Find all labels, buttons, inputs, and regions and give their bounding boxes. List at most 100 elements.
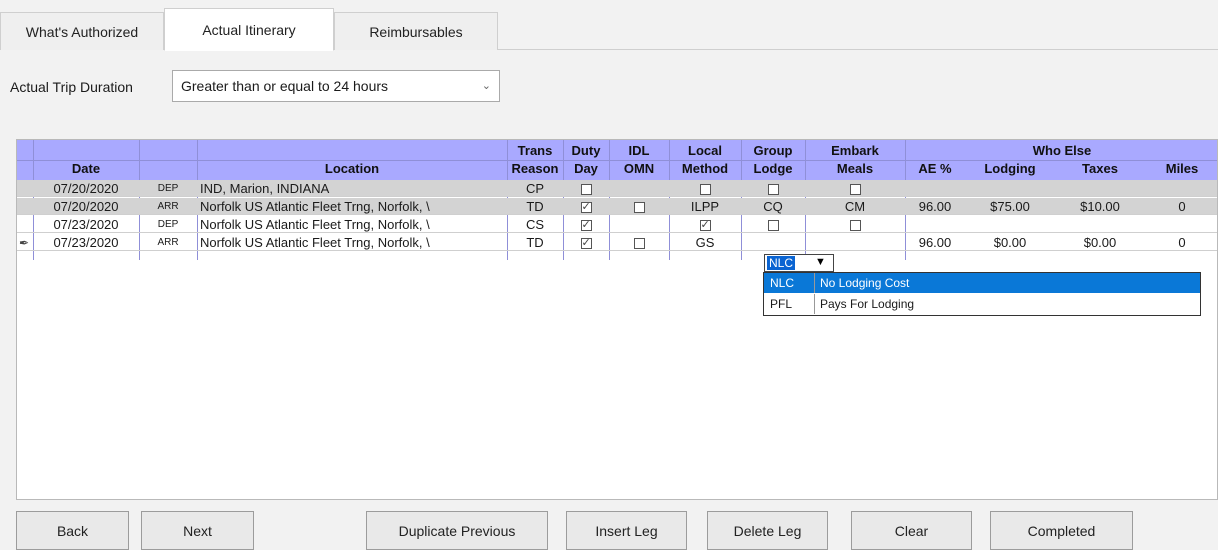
header-ae-percent: AE % (918, 161, 952, 176)
checkbox[interactable] (849, 184, 861, 196)
dropdown-option[interactable]: PFL Pays For Lodging (764, 294, 1200, 314)
next-button-label: Next (183, 522, 212, 539)
cell-trans-reason: TD (526, 199, 544, 214)
cell-group-lodge[interactable] (741, 180, 805, 197)
checkbox[interactable] (633, 202, 645, 214)
trip-duration-select[interactable]: Greater than or equal to 24 hours ⌄ (172, 70, 500, 102)
table-row[interactable]: 07/23/2020 DEP Norfolk US Atlantic Fleet… (17, 216, 1217, 233)
cell-location: Norfolk US Atlantic Fleet Trng, Norfolk,… (200, 217, 430, 232)
clear-button[interactable]: Clear (851, 511, 972, 550)
checkbox[interactable] (633, 238, 645, 250)
tab-label: Reimbursables (369, 23, 463, 40)
header-embark-top: Embark (831, 143, 879, 158)
insert-leg-button[interactable]: Insert Leg (566, 511, 687, 550)
delete-leg-label: Delete Leg (733, 522, 802, 539)
table-row[interactable]: 07/20/2020 ARR Norfolk US Atlantic Fleet… (17, 198, 1217, 215)
cell-duty-day[interactable] (563, 180, 609, 197)
option-code: NLC (770, 276, 795, 290)
dropdown-arrow-icon[interactable]: ▼ (815, 256, 826, 268)
checkbox[interactable] (580, 184, 592, 196)
header-duty-bottom: Day (574, 161, 598, 176)
cell-trans-reason: CP (525, 181, 545, 196)
cell-location: Norfolk US Atlantic Fleet Trng, Norfolk,… (200, 235, 430, 250)
header-idl-bottom: OMN (623, 161, 655, 176)
option-divider (814, 273, 815, 293)
cell-local-method[interactable] (669, 216, 741, 233)
cell-lodging: $75.00 (990, 199, 1030, 214)
trip-duration-label: Actual Trip Duration (10, 79, 133, 95)
cell-embark-meals[interactable] (805, 216, 905, 233)
checkbox[interactable] (849, 220, 861, 232)
header-trans-bottom: Reason (511, 161, 559, 176)
group-lodge-dropdown: NLC No Lodging Cost PFL Pays For Lodging (763, 272, 1201, 316)
tab-whats-authorized[interactable]: What's Authorized (0, 12, 164, 50)
cell-duty-day[interactable] (563, 234, 609, 251)
next-button[interactable]: Next (141, 511, 254, 550)
cell-type: ARR (157, 237, 179, 248)
cell-idl-omn[interactable] (609, 234, 669, 251)
table-row[interactable]: 07/20/2020 DEP IND, Marion, INDIANA CP (17, 180, 1217, 197)
clear-label: Clear (894, 522, 929, 539)
cell-date: 07/20/2020 (53, 199, 119, 214)
checkbox-checked[interactable] (699, 217, 711, 233)
header-lodging: Lodging (984, 161, 1036, 176)
duplicate-previous-button[interactable]: Duplicate Previous (366, 511, 548, 550)
cell-type: DEP (157, 183, 179, 194)
group-lodge-combo[interactable]: NLC ▼ (764, 254, 834, 272)
cell-taxes: $0.00 (1083, 235, 1117, 250)
checkbox[interactable] (699, 184, 711, 196)
table-row-active[interactable]: 07/23/2020 ARR Norfolk US Atlantic Fleet… (17, 234, 1217, 251)
checkbox[interactable] (767, 184, 779, 196)
dropdown-option[interactable]: NLC No Lodging Cost (764, 273, 1200, 293)
header-local-bottom: Method (681, 161, 729, 176)
checkbox-checked[interactable] (580, 199, 592, 215)
cell-duty-day[interactable] (563, 198, 609, 215)
cell-location: Norfolk US Atlantic Fleet Trng, Norfolk,… (200, 199, 430, 214)
tab-actual-itinerary[interactable]: Actual Itinerary (164, 8, 334, 51)
header-duty-top: Duty (571, 143, 601, 158)
cell-group-lodge[interactable] (741, 216, 805, 233)
tab-label: Actual Itinerary (202, 21, 296, 38)
cell-miles: 0 (1178, 199, 1186, 214)
cell-idl-omn[interactable] (609, 198, 669, 215)
checkbox[interactable] (767, 220, 779, 232)
cell-location: IND, Marion, INDIANA (200, 181, 330, 196)
option-divider (814, 294, 815, 314)
cell-type: ARR (157, 201, 179, 212)
chevron-down-icon: ⌄ (481, 80, 491, 92)
cell-date: 07/23/2020 (53, 217, 119, 232)
option-description: No Lodging Cost (820, 276, 910, 290)
back-button-label: Back (56, 522, 89, 539)
cell-date: 07/20/2020 (53, 181, 119, 196)
itinerary-grid: Date Location Trans Reason Duty Day IDL … (16, 139, 1218, 500)
cell-type: DEP (157, 219, 179, 230)
insert-leg-label: Insert Leg (595, 522, 658, 539)
cell-ae-percent: 96.00 (918, 235, 952, 250)
cell-date: 07/23/2020 (53, 235, 119, 250)
cell-local-method[interactable] (669, 180, 741, 197)
header-date: Date (71, 161, 101, 176)
tab-label: What's Authorized (25, 23, 139, 40)
cell-trans-reason: TD (526, 235, 544, 250)
checkbox-checked[interactable] (580, 217, 592, 233)
cell-duty-day[interactable] (563, 216, 609, 233)
checkbox-checked[interactable] (580, 235, 592, 251)
cell-miles: 0 (1178, 235, 1186, 250)
option-description: Pays For Lodging (820, 297, 915, 311)
cell-group-lodge[interactable]: CQ (741, 198, 805, 215)
cell-trans-reason: CS (525, 217, 545, 232)
header-location: Location (324, 161, 380, 176)
tab-bar: What's Authorized Actual Itinerary Reimb… (0, 0, 1218, 51)
tab-reimbursables[interactable]: Reimbursables (334, 12, 498, 50)
back-button[interactable]: Back (16, 511, 129, 550)
header-miles: Miles (1165, 161, 1199, 176)
delete-leg-button[interactable]: Delete Leg (707, 511, 828, 550)
cell-local-method[interactable]: GS (669, 234, 741, 251)
header-group-top: Group (753, 143, 793, 158)
completed-button[interactable]: Completed (990, 511, 1133, 550)
completed-label: Completed (1027, 522, 1096, 539)
cell-embark-meals[interactable] (805, 180, 905, 197)
cell-local-method[interactable]: ILPP (669, 198, 741, 215)
cell-embark-meals[interactable]: CM (805, 198, 905, 215)
header-trans-top: Trans (517, 143, 553, 158)
